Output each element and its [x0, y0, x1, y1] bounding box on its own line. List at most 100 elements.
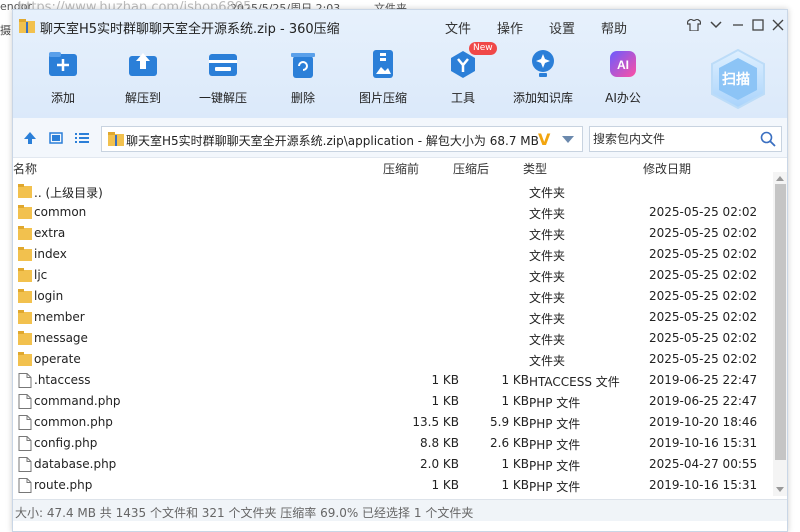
add-knowledge-label: 添加知识库 — [512, 91, 573, 105]
file-date: 2025-04-27 00:55 — [649, 457, 758, 471]
search-box — [589, 126, 782, 152]
path-field[interactable]: 聊天室H5实时群聊聊天室全开源系统.zip\application - 解包大小… — [101, 126, 583, 152]
column-packed[interactable]: 压缩前 — [383, 160, 419, 177]
file-name: index — [34, 247, 67, 261]
folder-row[interactable]: ljc 文件夹 2025-05-25 02:02 — [13, 265, 773, 286]
tools-button[interactable]: New 工具 — [428, 42, 498, 112]
file-unpacked-size: 1 KB — [501, 373, 529, 387]
menu-help[interactable]: 帮助 — [601, 18, 627, 37]
file-name: ljc — [34, 268, 48, 282]
one-click-extract-label: 一键解压 — [198, 91, 247, 105]
file-row[interactable]: .htaccess 1 KB 1 KB HTACCESS 文件 2019-06-25 2… — [13, 370, 773, 391]
file-name: operate — [34, 352, 81, 366]
file-row[interactable]: database.php 2.0 KB 1 KB PHP 文件 2025-04-27 0… — [13, 454, 773, 475]
archive-window: 聊天室H5实时群聊聊天室全开源系统.zip - 360压缩 文件 操作 设置 帮… — [12, 9, 788, 532]
folder-row[interactable]: login 文件夹 2025-05-25 02:02 — [13, 286, 773, 307]
path-dropdown-icon[interactable] — [562, 136, 574, 143]
extract-to-button[interactable]: 解压到 — [108, 48, 178, 112]
column-type[interactable]: 类型 — [523, 160, 547, 177]
folder-row[interactable]: message 文件夹 2025-05-25 02:02 — [13, 328, 773, 349]
file-type: 文件夹 — [529, 291, 566, 305]
maximize-button[interactable] — [749, 16, 767, 34]
column-header: 名称 压缩前 压缩后 类型 修改日期 — [13, 158, 773, 180]
column-unpacked[interactable]: 压缩后 — [453, 160, 489, 177]
minimize-icon — [733, 24, 743, 26]
chevron-down-icon — [710, 21, 722, 29]
thumbnail-view-button[interactable] — [47, 129, 65, 147]
file-name: login — [34, 289, 64, 303]
file-unpacked-size: 1 KB — [501, 394, 529, 408]
shirt-icon — [687, 19, 701, 31]
extract-to-label: 解压到 — [124, 91, 161, 105]
column-date[interactable]: 修改日期 — [643, 160, 691, 177]
column-name[interactable]: 名称 — [13, 160, 37, 177]
extract-to-icon — [129, 53, 157, 76]
file-list: .. (上级目录) 文件夹 common 文件夹 2025-05-25 02:02 ext… — [13, 180, 773, 496]
search-input[interactable] — [593, 130, 753, 148]
settings-menu-button[interactable] — [707, 16, 725, 34]
folder-row[interactable]: extra 文件夹 2025-05-25 02:02 — [13, 223, 773, 244]
delete-button[interactable]: 删除 — [268, 48, 338, 112]
new-badge: New — [469, 42, 497, 55]
file-packed-size: 13.5 KB — [412, 415, 459, 429]
file-icon — [18, 415, 32, 430]
file-name: command.php — [34, 394, 121, 408]
window-header: 聊天室H5实时群聊聊天室全开源系统.zip - 360压缩 文件 操作 设置 帮… — [13, 10, 787, 118]
background-right-edge — [786, 14, 800, 532]
file-row[interactable]: common.php 13.5 KB 5.9 KB PHP 文件 2019-10-20 … — [13, 412, 773, 433]
list-view-button[interactable] — [73, 129, 91, 147]
file-type: 文件夹 — [529, 228, 566, 242]
file-date: 2025-05-25 02:02 — [649, 331, 758, 345]
file-type: PHP 文件 — [529, 459, 581, 473]
folder-row[interactable]: operate 文件夹 2025-05-25 02:02 — [13, 349, 773, 370]
add-label: 添加 — [50, 91, 75, 105]
add-button[interactable]: 添加 — [28, 48, 98, 112]
file-name: message — [34, 331, 88, 345]
folder-row[interactable]: index 文件夹 2025-05-25 02:02 — [13, 244, 773, 265]
tools-label: 工具 — [450, 91, 475, 105]
folder-row[interactable]: common 文件夹 2025-05-25 02:02 — [13, 202, 773, 223]
folder-icon — [18, 226, 32, 240]
skin-button[interactable] — [685, 16, 703, 34]
status-text: 大小: 47.4 MB 共 1435 个文件和 321 个文件夹 压缩率 69.… — [15, 506, 474, 520]
thumbnail-view-icon — [49, 132, 63, 144]
ai-office-button[interactable]: AI AI办公 — [588, 48, 658, 112]
file-unpacked-size: 2.6 KB — [490, 436, 529, 450]
file-date: 2025-05-25 02:02 — [649, 268, 758, 282]
file-icon — [18, 457, 32, 472]
file-row[interactable]: route.php 1 KB 1 KB PHP 文件 2019-10-16 15:31 — [13, 475, 773, 496]
one-click-extract-button[interactable]: 一键解压 — [188, 48, 258, 112]
close-button[interactable] — [769, 16, 787, 34]
scroll-down-arrow-icon[interactable] — [776, 487, 784, 492]
file-icon — [18, 394, 32, 409]
file-row[interactable]: command.php 1 KB 1 KB PHP 文件 2019-06-25 22:4… — [13, 391, 773, 412]
image-compress-label: 图片压缩 — [358, 91, 407, 105]
zip-file-icon — [108, 132, 124, 146]
up-directory-button[interactable] — [21, 129, 39, 147]
folder-icon — [18, 331, 32, 345]
file-date: 2019-10-16 15:31 — [649, 436, 758, 450]
file-packed-size: 1 KB — [431, 394, 459, 408]
file-date: 2025-05-25 02:02 — [649, 205, 758, 219]
folder-icon — [18, 205, 32, 219]
image-compress-icon — [373, 50, 393, 78]
menu-settings[interactable]: 设置 — [549, 18, 575, 37]
menu-operate[interactable]: 操作 — [497, 18, 523, 37]
minimize-button[interactable] — [729, 16, 747, 34]
add-knowledge-button[interactable]: 添加知识库 — [508, 48, 578, 112]
menu-file[interactable]: 文件 — [445, 18, 471, 37]
file-row[interactable]: config.php 8.8 KB 2.6 KB PHP 文件 2019-10-16 1… — [13, 433, 773, 454]
search-icon[interactable] — [760, 131, 776, 147]
folder-row[interactable]: .. (上级目录) 文件夹 — [13, 181, 773, 202]
background-left-fragment: 摄 — [0, 24, 11, 37]
ai-office-label: AI办公 — [605, 91, 641, 105]
one-click-extract-icon — [209, 54, 237, 76]
scroll-thumb[interactable] — [775, 184, 786, 460]
file-type: 文件夹 — [529, 186, 566, 200]
vertical-scrollbar[interactable] — [773, 172, 787, 496]
file-name: common — [34, 205, 87, 219]
scan-button[interactable]: 扫描 — [709, 48, 767, 110]
scroll-up-arrow-icon[interactable] — [776, 176, 784, 181]
image-compress-button[interactable]: 图片压缩 — [348, 48, 418, 112]
folder-row[interactable]: member 文件夹 2025-05-25 02:02 — [13, 307, 773, 328]
